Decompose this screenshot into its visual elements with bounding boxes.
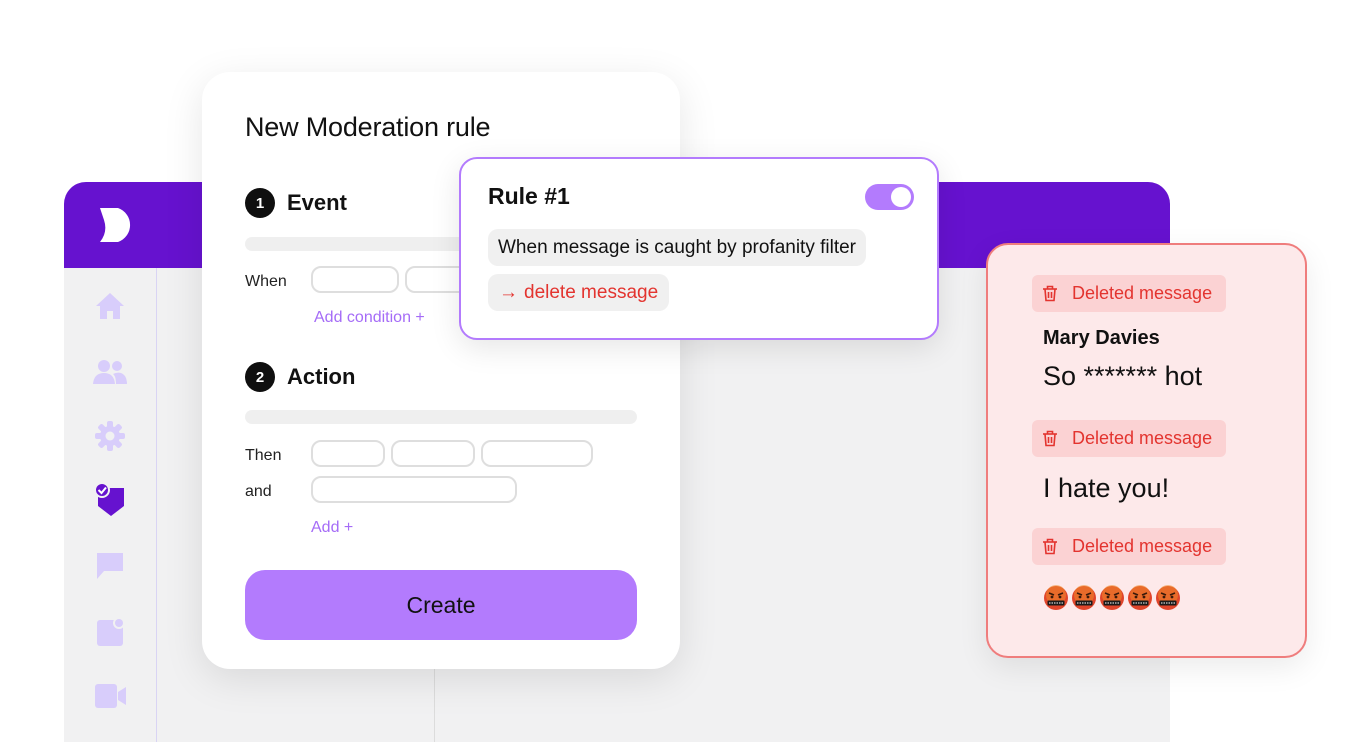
rule-title: Rule #1 [488,183,570,209]
chat-icon[interactable] [92,548,128,584]
action-step-header: 2 Action [245,362,355,392]
rule-card: Rule #1 When message is caught by profan… [459,157,939,340]
step-number: 1 [245,188,275,218]
home-icon[interactable] [92,288,128,324]
message-author: Mary Davies [1043,327,1160,349]
add-action-link[interactable]: Add + [311,519,353,537]
step-number: 2 [245,362,275,392]
add-condition-link[interactable]: Add condition + [314,309,425,327]
notification-icon[interactable] [92,614,128,650]
face-with-symbols-emoji-icon [1043,585,1069,611]
action-field-3[interactable] [481,440,593,467]
deleted-badge: Deleted message [1032,420,1227,457]
then-label: Then [245,447,282,464]
rule-enabled-toggle[interactable] [865,184,914,210]
users-icon[interactable] [92,354,128,390]
deleted-badge: Deleted message [1032,275,1227,312]
face-with-symbols-emoji-icon [1071,585,1097,611]
create-button[interactable]: Create [245,570,637,640]
message-text: I hate you! [1043,473,1170,503]
chat-panel: Deleted message Mary Davies So ******* h… [986,243,1307,658]
arrow-right-icon: → [499,281,518,303]
message-text: So ******* hot [1043,361,1203,391]
logo-icon [100,208,131,242]
face-with-symbols-emoji-icon [1155,585,1181,611]
action-select[interactable] [245,410,637,424]
gear-icon[interactable] [92,418,128,454]
face-with-symbols-emoji-icon [1127,585,1153,611]
rule-action-label: delete message [524,281,659,303]
step-label: Event [287,190,347,215]
trash-icon [1043,285,1057,302]
face-with-symbols-emoji-icon [1099,585,1125,611]
rule-action: → delete message [488,274,670,311]
toggle-knob [891,187,911,207]
deleted-label: Deleted message [1072,536,1213,556]
and-label: and [245,483,272,500]
action-field-4[interactable] [311,476,517,503]
event-step-header: 1 Event [245,188,347,218]
condition-field-1[interactable] [311,266,399,293]
rule-condition: When message is caught by profanity filt… [488,229,867,266]
sidebar [64,268,157,742]
emoji-message [1043,585,1181,611]
step-label: Action [287,364,356,389]
when-label: When [245,273,287,290]
action-field-2[interactable] [391,440,475,467]
page-title: New Moderation rule [245,112,491,142]
video-icon[interactable] [92,678,128,714]
action-field-1[interactable] [311,440,385,467]
deleted-label: Deleted message [1072,283,1213,303]
trash-icon [1043,430,1057,447]
deleted-label: Deleted message [1072,428,1213,448]
trash-icon [1043,538,1057,555]
deleted-badge: Deleted message [1032,528,1227,565]
moderation-shield-icon[interactable] [92,482,128,518]
